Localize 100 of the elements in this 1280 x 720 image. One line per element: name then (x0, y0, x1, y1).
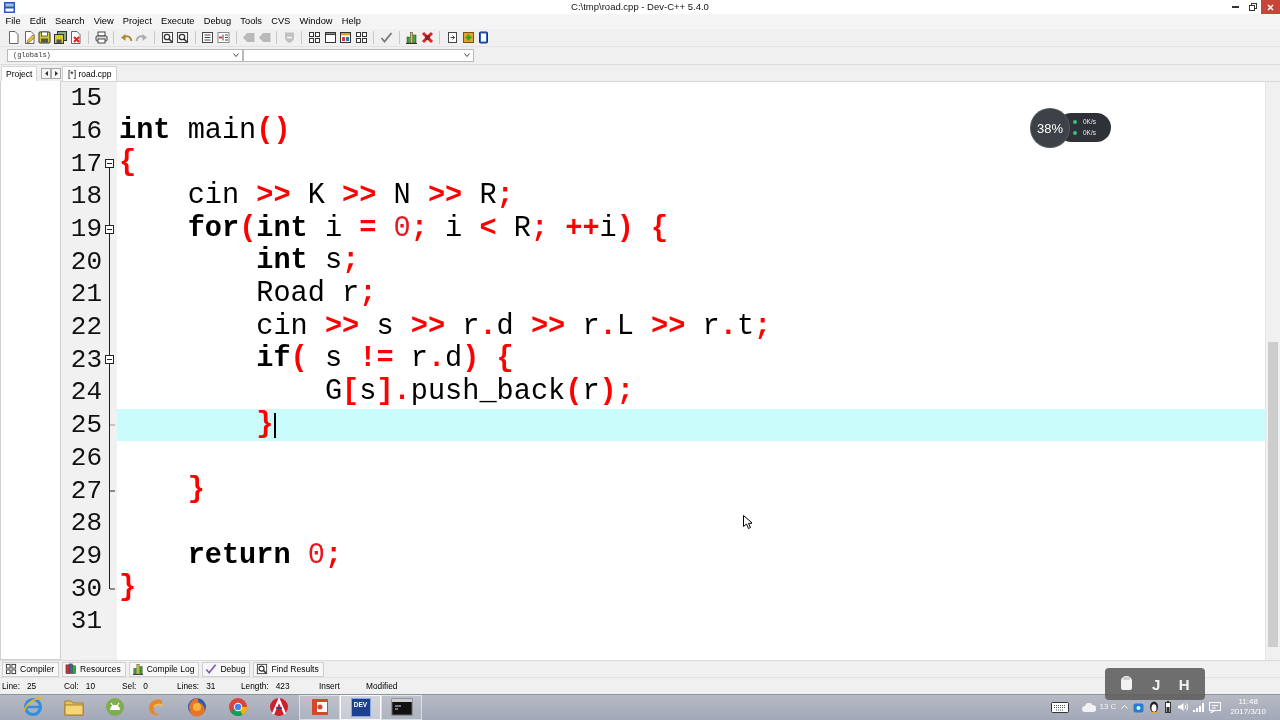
status-value: 423 (275, 681, 290, 691)
book-icon[interactable] (477, 30, 491, 44)
four-squares-icon[interactable] (308, 30, 322, 44)
line-number: 15 (69, 85, 102, 112)
pointer-cursor-icon (743, 515, 752, 529)
menu-item[interactable]: Edit (25, 16, 51, 27)
floppy-disks-icon[interactable] (53, 30, 67, 44)
line-number: 26 (69, 444, 102, 471)
panel-tab[interactable]: Debug (202, 661, 251, 677)
line-number: 24 (69, 379, 102, 406)
keyboard-icon[interactable] (1050, 702, 1069, 713)
menu-item[interactable]: Tools (235, 16, 267, 27)
gauge-percent: 38% (1037, 121, 1063, 135)
text-caret (274, 412, 277, 438)
robot-icon[interactable] (103, 696, 126, 719)
line-number: 29 (69, 542, 102, 569)
code-line: } (119, 574, 137, 603)
menu-item[interactable]: Debug (199, 16, 236, 27)
ime-key[interactable]: J (1151, 676, 1161, 692)
magnifier-page-icon[interactable] (176, 30, 190, 44)
close-button[interactable] (1261, 0, 1280, 14)
line-number: 21 (69, 281, 102, 308)
status-dot-icon (1073, 120, 1077, 125)
menu-item[interactable]: Window (294, 16, 338, 27)
segmented-circle-icon[interactable] (226, 696, 249, 719)
line-number: 22 (69, 314, 102, 341)
weather-temperature: 13 C (1099, 703, 1117, 712)
caret-icon (464, 53, 470, 58)
menu-item[interactable]: CVS (266, 16, 295, 27)
tab-scroll-button[interactable] (51, 67, 61, 79)
caret-icon (233, 53, 239, 58)
status-value: 25 (27, 681, 37, 691)
circle-logo-icon[interactable] (267, 696, 290, 719)
status-label: Line: (2, 681, 20, 691)
menu-item[interactable]: File (1, 16, 26, 27)
taskbar-button[interactable] (381, 695, 422, 720)
app-tray-icon[interactable] (1133, 702, 1145, 713)
plus-page-icon[interactable] (461, 30, 475, 44)
bar-chart-icon[interactable] (405, 30, 419, 44)
code-line: } (187, 476, 205, 505)
check-mark-icon (205, 663, 218, 676)
panel-tab[interactable]: Compiler (2, 661, 59, 677)
indent-lines-icon[interactable] (216, 30, 230, 44)
check-mark-icon[interactable] (380, 30, 394, 44)
battery-icon[interactable] (1164, 701, 1173, 714)
triangle-right-icon (54, 70, 58, 76)
file-tab[interactable]: [*] road.cpp (62, 65, 118, 81)
code-line: int main() (119, 116, 291, 146)
restore-icon (1248, 3, 1257, 11)
panel-tab[interactable]: Find Results (253, 661, 324, 677)
scrollbar[interactable] (1265, 81, 1280, 661)
status-value: 31 (206, 681, 216, 691)
magnifier-page-icon (256, 663, 269, 676)
four-squares-icon (5, 663, 17, 676)
code-line: } (256, 410, 274, 440)
line-number: 16 (69, 117, 102, 144)
status-value: Insert (319, 681, 340, 691)
collapse-icon[interactable] (105, 224, 114, 234)
collapse-icon[interactable] (105, 159, 114, 169)
lines-page-icon[interactable] (201, 30, 215, 44)
menu-item[interactable]: Project (118, 16, 157, 27)
printer-icon[interactable] (94, 30, 108, 44)
panel-tab[interactable]: Resources (62, 661, 126, 677)
code-line: cin >> s >> r.d >> r.L >> r.t; (256, 312, 772, 342)
tab-scroll-button[interactable] (41, 67, 52, 79)
code-line: G[s].push_back(r); (324, 378, 634, 407)
menu-item[interactable]: View (89, 16, 119, 27)
line-number: 27 (69, 477, 102, 504)
scrollbar-thumb[interactable] (1268, 341, 1278, 647)
page-cross-icon[interactable] (69, 30, 83, 44)
magnifier-page-icon[interactable] (160, 30, 174, 44)
books-icon (65, 663, 77, 676)
panel-tab[interactable]: Compile Log (128, 661, 200, 677)
mouse-shape-icon[interactable] (1120, 676, 1134, 692)
color-window-icon[interactable] (339, 30, 353, 44)
page-pencil-icon[interactable] (22, 30, 36, 44)
window-icon[interactable] (323, 30, 337, 44)
status-dot-icon (1073, 130, 1077, 135)
status-value: Modified (366, 681, 398, 691)
code-line: for(int i = 0; i < R; ++i) { (187, 214, 669, 244)
close-icon (1267, 3, 1274, 11)
bar-chart-icon (131, 663, 144, 676)
ime-key[interactable]: H (1178, 676, 1190, 692)
code-line: if( s != r.d) { (256, 345, 514, 375)
collapse-icon[interactable] (105, 355, 114, 365)
four-squares-icon[interactable] (354, 30, 368, 44)
window-title: C:\tmp\road.cpp - Dev-C++ 5.4.0 (571, 2, 709, 12)
line-number: 18 (69, 183, 102, 210)
bug-icon[interactable] (420, 30, 434, 44)
flame-globe-icon[interactable] (185, 696, 208, 719)
page-icon[interactable] (7, 30, 20, 44)
menu-item[interactable]: Search (50, 16, 90, 27)
menu-item[interactable]: Help (337, 16, 366, 27)
panel-tab[interactable]: Project (1, 65, 38, 81)
code-line: return 0; (187, 541, 343, 571)
penguin-icon[interactable] (1149, 701, 1160, 714)
triangle-left-icon (44, 70, 48, 76)
line-number: 28 (69, 510, 102, 537)
line-number: 20 (69, 248, 102, 275)
menu-item[interactable]: Execute (156, 16, 200, 27)
